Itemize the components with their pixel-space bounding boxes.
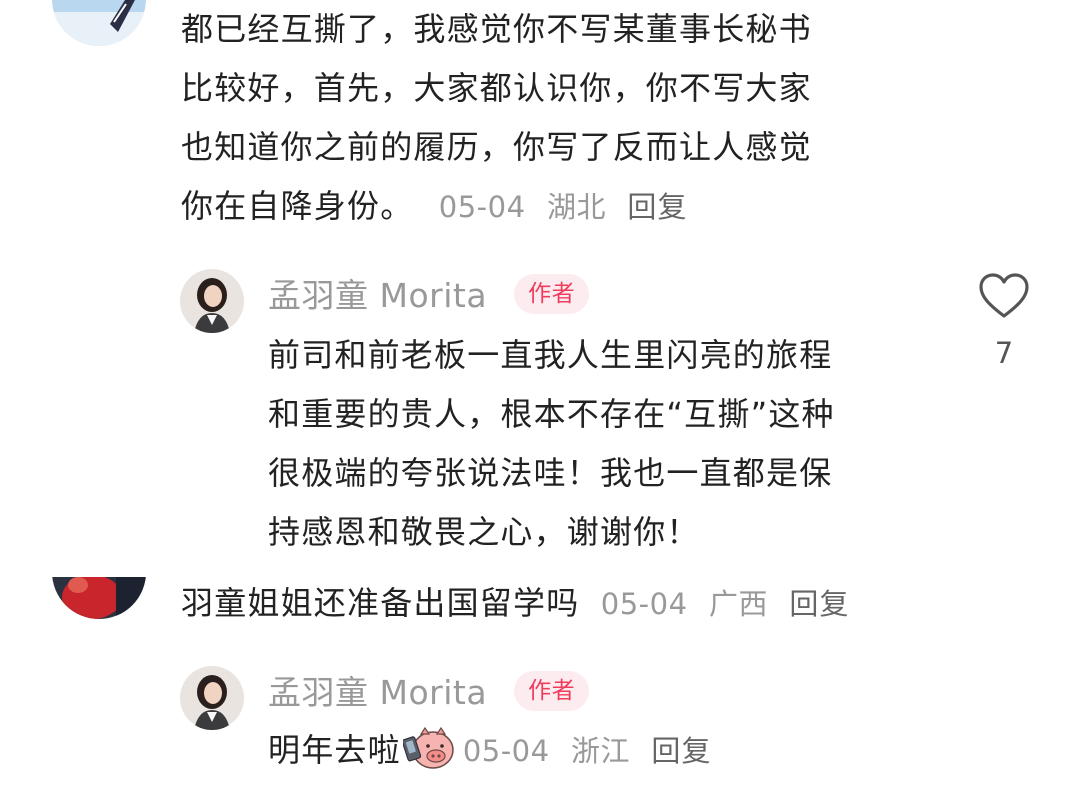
like-count: 7 [994, 336, 1014, 370]
comment-line: 也知道你之前的履历，你写了反而让人感觉 [181, 128, 812, 166]
reply-1-body: 前司和前老板一直我人生里闪亮的旅程 和重要的贵人，根本不存在“互撕”这种 很极端… [268, 326, 948, 562]
author-name[interactable]: 孟羽童 Morita [268, 673, 487, 712]
reply-text: 明年去啦 [268, 731, 401, 769]
pig-phone-emoji-icon [401, 724, 457, 772]
comment-text: 羽童姐姐还准备出国留学吗 [181, 584, 580, 622]
comment-line: 比较好，首先，大家都认识你，你不写大家 [181, 69, 812, 107]
author-avatar[interactable] [180, 269, 244, 333]
comment-location: 广西 [708, 587, 768, 621]
commenter-avatar[interactable] [52, 0, 146, 46]
comment-date: 05-04 [600, 587, 688, 621]
reply-line: 和重要的贵人，根本不存在“互撕”这种 [268, 395, 835, 433]
reply-line: 很极端的夸张说法哇！我也一直都是保 [268, 454, 833, 492]
reply-line: 前司和前老板一直我人生里闪亮的旅程 [268, 336, 833, 374]
comment-location: 湖北 [546, 190, 606, 224]
comment-date: 05-04 [438, 190, 526, 224]
author-avatar[interactable] [180, 666, 244, 730]
comment-line: 都已经互撕了，我感觉你不写某董事长秘书 [181, 10, 812, 48]
reply-button[interactable]: 回复 [627, 190, 687, 224]
reply-line: 持感恩和敬畏之心，谢谢你！ [268, 513, 700, 551]
reply-button[interactable]: 回复 [651, 734, 711, 768]
reply-button[interactable]: 回复 [789, 587, 849, 621]
reply-location: 浙江 [570, 734, 630, 768]
like-button[interactable] [978, 272, 1030, 322]
author-name-row: 孟羽童 Morita 作者 [268, 272, 590, 320]
author-name-row: 孟羽童 Morita 作者 [268, 669, 590, 717]
comment-2-body: 羽童姐姐还准备出国留学吗 05-04 广西 回复 [181, 574, 981, 634]
reply-date: 05-04 [462, 734, 550, 768]
commenter-avatar[interactable] [52, 577, 146, 619]
author-badge: 作者 [514, 670, 590, 711]
comment-line-last: 你在自降身份。 05-04 湖北 回复 [181, 177, 941, 237]
heart-icon [979, 273, 1029, 318]
author-name[interactable]: 孟羽童 Morita [268, 276, 487, 315]
author-badge: 作者 [514, 273, 590, 314]
comment-1-body: 都已经互撕了，我感觉你不写某董事长秘书 比较好，首先，大家都认识你，你不写大家 … [181, 0, 941, 237]
reply-2-body: 明年去啦 05-04 浙江 回复 [268, 721, 968, 781]
comment-line: 你在自降身份。 [181, 187, 414, 225]
